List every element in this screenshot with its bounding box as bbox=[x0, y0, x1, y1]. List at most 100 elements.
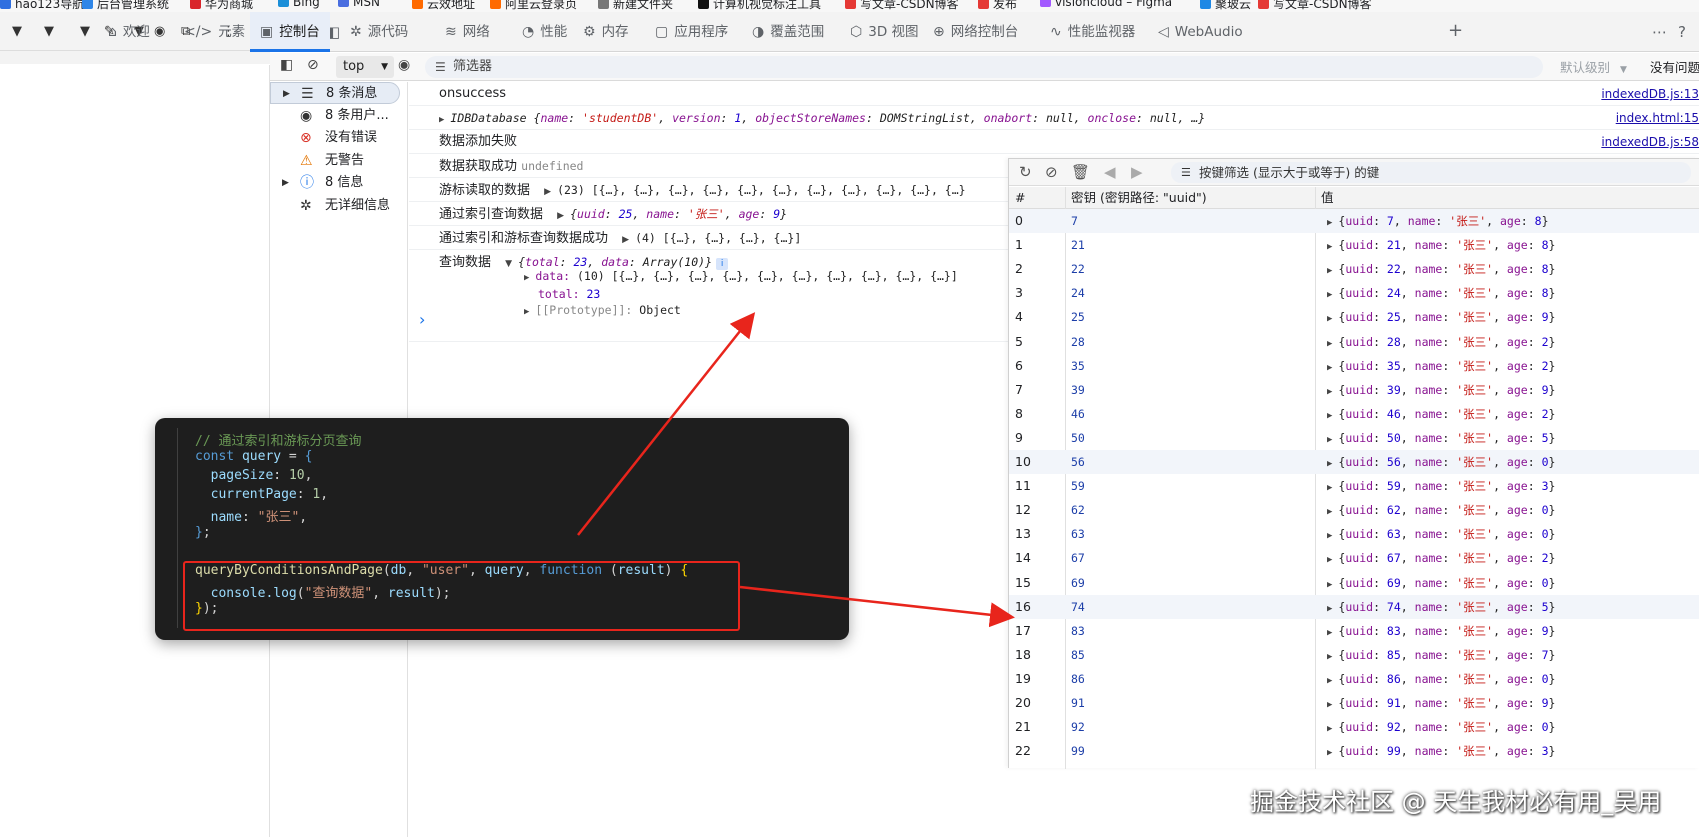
table-row[interactable]: 19 86 ▶ {uuid: 86, name: '张三', age: 0} bbox=[1009, 667, 1699, 691]
expand-triangle-icon[interactable]: ▶ bbox=[622, 235, 629, 245]
issues-label[interactable]: 没有问题 bbox=[1650, 57, 1699, 76]
sidebar-item-info[interactable]: ▶ ⓘ 8 信息 bbox=[270, 172, 400, 194]
live-expression-icon[interactable]: ◉ bbox=[398, 57, 410, 73]
object-preview[interactable]: {uuid: 25, name: '张三', age: 9} bbox=[570, 207, 787, 221]
context-select[interactable]: top ▼ bbox=[336, 56, 394, 78]
sidebar-item-warning[interactable]: ⚠ 无警告 bbox=[270, 150, 400, 172]
tab-home[interactable]: ⌂ 欢迎 bbox=[108, 12, 150, 52]
bookmark-item[interactable]: 写文章-CSDN博客 bbox=[845, 0, 959, 12]
bookmark-item[interactable]: hao123导航 bbox=[0, 0, 84, 12]
tab-chip[interactable]: ⚙ 内存 bbox=[583, 12, 629, 52]
tab-speaker[interactable]: ◁ WebAudio bbox=[1158, 12, 1243, 52]
dropdown-arrow-icon[interactable]: ▼ bbox=[44, 24, 54, 39]
row-value[interactable]: ▶ {uuid: 50, name: '张三', age: 5} bbox=[1327, 426, 1555, 452]
expand-triangle-icon[interactable]: ▶ bbox=[1327, 676, 1332, 686]
prototype-property[interactable]: ▶ [[Prototype]]: Object bbox=[524, 302, 958, 320]
console-prompt[interactable]: › bbox=[419, 310, 425, 329]
prev-page-icon[interactable]: ◀ bbox=[1104, 163, 1116, 181]
row-value[interactable]: ▶ {uuid: 56, name: '张三', age: 0} bbox=[1327, 450, 1555, 476]
row-value[interactable]: ▶ {uuid: 7, name: '张三', age: 8} bbox=[1327, 209, 1549, 235]
bookmark-item[interactable]: 云效地址 bbox=[412, 0, 475, 12]
tab-cube[interactable]: ⬡ 3D 视图 bbox=[850, 12, 919, 52]
object-preview[interactable]: ▶ IDBDatabase {name: 'studentDB', version… bbox=[439, 106, 1205, 132]
array-preview[interactable]: (23) [{…}, {…}, {…}, {…}, {…}, {…}, {…},… bbox=[557, 183, 966, 197]
source-link[interactable]: indexedDB.js:58 bbox=[1601, 130, 1699, 154]
delete-icon[interactable]: 🗑 bbox=[1071, 163, 1090, 181]
table-row[interactable]: 17 83 ▶ {uuid: 83, name: '张三', age: 9} bbox=[1009, 619, 1699, 643]
table-row[interactable]: 12 62 ▶ {uuid: 62, name: '张三', age: 0} bbox=[1009, 498, 1699, 522]
source-link[interactable]: index.html:15 bbox=[1616, 106, 1699, 130]
table-row[interactable]: 20 91 ▶ {uuid: 91, name: '张三', age: 9} bbox=[1009, 691, 1699, 715]
clear-console-icon[interactable]: ⊘ bbox=[307, 57, 319, 73]
row-value[interactable]: ▶ {uuid: 63, name: '张三', age: 0} bbox=[1327, 522, 1555, 548]
row-value[interactable]: ▶ {uuid: 74, name: '张三', age: 5} bbox=[1327, 595, 1555, 621]
column-index[interactable]: # bbox=[1015, 187, 1025, 209]
expand-triangle-icon[interactable]: ▶ bbox=[1327, 339, 1332, 349]
row-value[interactable]: ▶ {uuid: 83, name: '张三', age: 9} bbox=[1327, 619, 1555, 645]
row-value[interactable]: ▶ {uuid: 62, name: '张三', age: 0} bbox=[1327, 498, 1555, 524]
expand-triangle-icon[interactable]: ▶ bbox=[1327, 435, 1332, 445]
expand-triangle-icon[interactable]: ▶ bbox=[1327, 580, 1332, 590]
expand-triangle-icon[interactable]: ▶ bbox=[1327, 748, 1332, 758]
row-value[interactable]: ▶ {uuid: 92, name: '张三', age: 0} bbox=[1327, 715, 1555, 741]
tab-globe[interactable]: ⊕ 网络控制台 bbox=[933, 12, 1018, 52]
bookmark-item[interactable]: 后台管理系统 bbox=[82, 0, 169, 12]
table-row[interactable]: 5 28 ▶ {uuid: 28, name: '张三', age: 2} bbox=[1009, 330, 1699, 354]
tab-console[interactable]: ▣ 控制台 bbox=[250, 12, 330, 52]
tab-bug[interactable]: ✲ 源代码 bbox=[350, 12, 408, 52]
bookmark-item[interactable]: 聚玻云 bbox=[1200, 0, 1251, 12]
sidebar-toggle-icon[interactable]: ◧ bbox=[280, 57, 293, 73]
bookmark-item[interactable]: 发布 bbox=[978, 0, 1017, 12]
expand-triangle-icon[interactable]: ▶ bbox=[1327, 531, 1332, 541]
sidebar-item-bug[interactable]: ✲ 无详细信息 bbox=[270, 195, 400, 217]
expand-triangle-icon[interactable]: ▶ bbox=[1327, 411, 1332, 421]
row-value[interactable]: ▶ {uuid: 67, name: '张三', age: 2} bbox=[1327, 546, 1555, 572]
row-value[interactable]: ▶ {uuid: 86, name: '张三', age: 0} bbox=[1327, 667, 1555, 693]
expand-triangle-icon[interactable]: ▶ bbox=[1327, 628, 1332, 638]
expand-triangle-icon[interactable]: ▶ bbox=[439, 115, 444, 125]
expand-triangle-icon[interactable]: ▶ bbox=[1327, 387, 1332, 397]
help-icon[interactable]: ? bbox=[1678, 23, 1686, 41]
expand-triangle-icon[interactable]: ▶ bbox=[1327, 218, 1332, 228]
bookmark-item[interactable]: 华为商城 bbox=[190, 0, 253, 12]
expand-triangle-icon[interactable]: ▶ bbox=[544, 187, 551, 197]
table-row[interactable]: 18 85 ▶ {uuid: 85, name: '张三', age: 7} bbox=[1009, 643, 1699, 667]
key-filter-input[interactable]: ☰ 按键筛选 (显示大于或等于) 的键 bbox=[1171, 162, 1691, 183]
tab-pulse[interactable]: ∿ 性能监视器 bbox=[1050, 12, 1135, 52]
table-row[interactable]: 14 67 ▶ {uuid: 67, name: '张三', age: 2} bbox=[1009, 546, 1699, 570]
row-value[interactable]: ▶ {uuid: 85, name: '张三', age: 7} bbox=[1327, 643, 1555, 669]
tab-gauge[interactable]: ◔ 性能 bbox=[522, 12, 567, 52]
row-value[interactable]: ▶ {uuid: 69, name: '张三', age: 0} bbox=[1327, 571, 1555, 597]
table-row[interactable]: 10 56 ▶ {uuid: 56, name: '张三', age: 0} bbox=[1009, 450, 1699, 474]
eye-icon[interactable]: ◉ bbox=[154, 24, 165, 39]
table-row[interactable]: 21 92 ▶ {uuid: 92, name: '张三', age: 0} bbox=[1009, 715, 1699, 739]
tab-app[interactable]: ▢ 应用程序 bbox=[655, 12, 728, 52]
table-row[interactable]: 15 69 ▶ {uuid: 69, name: '张三', age: 0} bbox=[1009, 571, 1699, 595]
data-property[interactable]: ▶ data: (10) [{…}, {…}, {…}, {…}, {…}, {…… bbox=[524, 268, 958, 286]
bookmark-item[interactable]: 阿里云登录页 bbox=[490, 0, 577, 12]
more-icon[interactable]: ⋯ bbox=[1652, 23, 1667, 41]
filter-input[interactable]: ☰ 筛选器 bbox=[425, 56, 1543, 78]
expand-triangle-icon[interactable]: ▶ bbox=[1327, 724, 1332, 734]
table-row[interactable]: 22 99 ▶ {uuid: 99, name: '张三', age: 3} bbox=[1009, 739, 1699, 763]
expand-triangle-icon[interactable]: ▶ bbox=[1327, 242, 1332, 252]
tab-wifi[interactable]: ≋ 网络 bbox=[445, 12, 490, 52]
expand-triangle-icon[interactable]: ▶ bbox=[1327, 604, 1332, 614]
dropdown-arrow-icon[interactable]: ▼ bbox=[12, 24, 22, 39]
expand-triangle-icon[interactable]: ▶ bbox=[1327, 555, 1332, 565]
expand-triangle-icon[interactable]: ▶ bbox=[1327, 314, 1332, 324]
table-row[interactable]: 16 74 ▶ {uuid: 74, name: '张三', age: 5} bbox=[1009, 594, 1699, 621]
bookmark-item[interactable]: Bing bbox=[278, 0, 320, 9]
sidebar-item-list[interactable]: ▶ ☰ 8 条消息 bbox=[270, 82, 400, 104]
tab-code[interactable]: </> 元素 bbox=[184, 12, 245, 52]
row-value[interactable]: ▶ {uuid: 22, name: '张三', age: 8} bbox=[1327, 257, 1555, 283]
table-row[interactable]: 8 46 ▶ {uuid: 46, name: '张三', age: 2} bbox=[1009, 402, 1699, 426]
bookmark-item[interactable]: 新建文件夹 bbox=[598, 0, 673, 12]
expand-triangle-icon[interactable]: ▶ bbox=[557, 211, 564, 221]
log-level-select[interactable]: 默认级别 ▼ bbox=[1560, 57, 1627, 76]
expand-triangle-icon[interactable]: ▶ bbox=[1327, 652, 1332, 662]
array-preview[interactable]: (4) [{…}, {…}, {…}, {…}] bbox=[635, 231, 801, 245]
row-value[interactable]: ▶ {uuid: 25, name: '张三', age: 9} bbox=[1327, 305, 1555, 331]
table-row[interactable]: 7 39 ▶ {uuid: 39, name: '张三', age: 9} bbox=[1009, 378, 1699, 402]
table-row[interactable]: 0 7 ▶ {uuid: 7, name: '张三', age: 8} bbox=[1009, 209, 1699, 233]
